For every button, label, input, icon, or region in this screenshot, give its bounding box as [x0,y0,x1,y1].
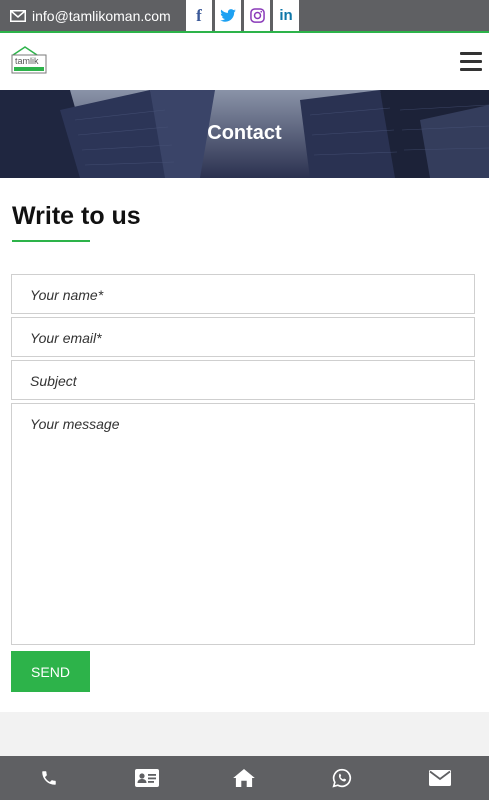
site-logo[interactable]: tamlik [11,45,47,75]
top-bar: info@tamlikoman.com f in [0,0,489,33]
facebook-icon[interactable]: f [186,0,212,31]
hamburger-menu-icon[interactable] [460,52,482,71]
svg-text:tamlik: tamlik [15,56,39,66]
name-input[interactable]: Your name* [11,274,475,314]
instagram-icon[interactable] [244,0,270,31]
envelope-icon [10,10,26,22]
banner-title: Contact [207,122,282,144]
linkedin-icon[interactable]: in [273,0,299,31]
social-links: f in [186,0,302,31]
site-header: tamlik [0,35,489,90]
home-icon[interactable] [224,758,264,798]
contact-card-icon[interactable] [127,758,167,798]
email-input[interactable]: Your email* [11,317,475,357]
footer-band [0,712,489,756]
message-textarea[interactable]: Your message [11,403,475,645]
email-text: info@tamlikoman.com [32,8,171,24]
envelope-icon[interactable] [420,758,460,798]
heading-underline [12,240,90,242]
page-banner: Contact [0,90,489,178]
phone-icon[interactable] [29,758,69,798]
send-button[interactable]: SEND [11,651,90,692]
twitter-icon[interactable] [215,0,241,31]
bottom-nav [0,756,489,800]
subject-input[interactable]: Subject [11,360,475,400]
email-link[interactable]: info@tamlikoman.com [10,8,171,24]
form-heading: Write to us [12,202,141,230]
whatsapp-icon[interactable] [322,758,362,798]
